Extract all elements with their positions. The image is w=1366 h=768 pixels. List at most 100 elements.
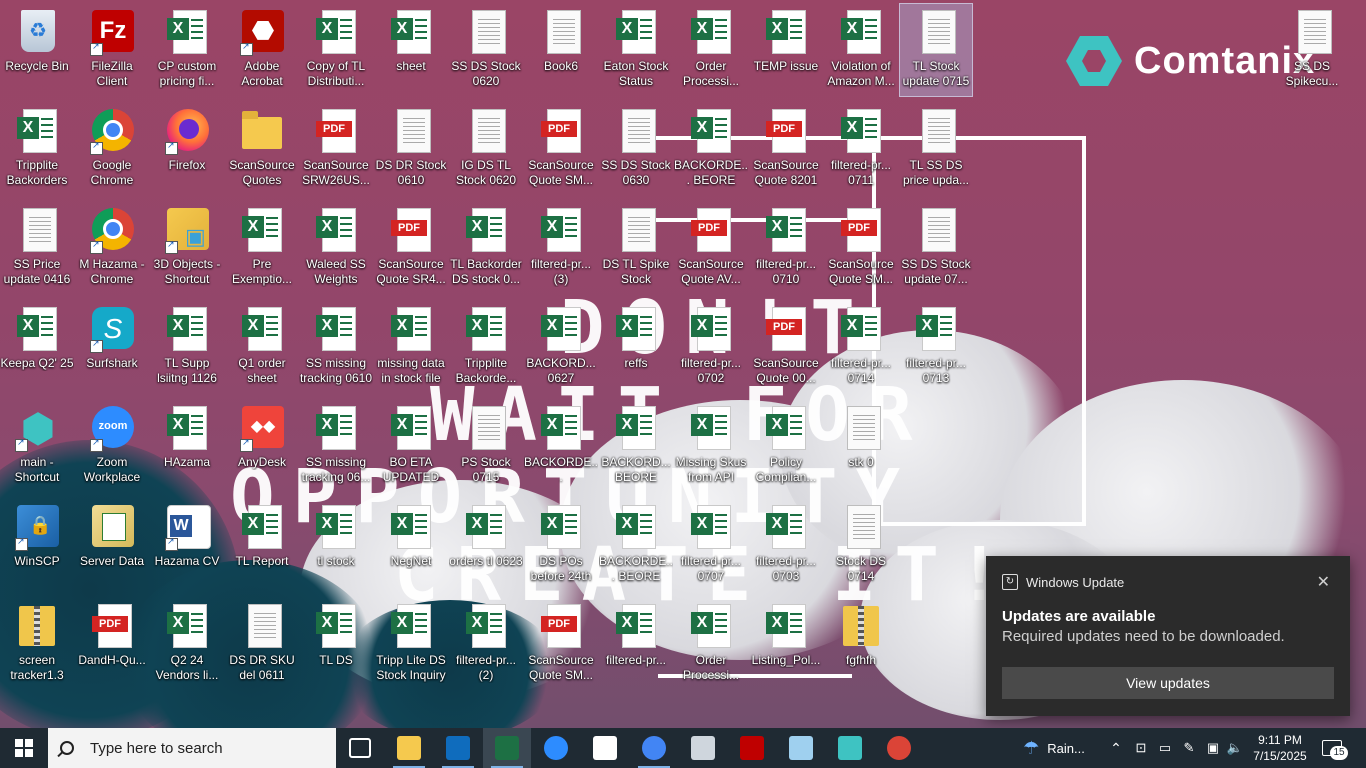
desktop-icon[interactable]: X Order Processi... (675, 4, 747, 96)
show-hidden-icons-chevron-icon[interactable]: ⌃ (1106, 728, 1126, 768)
battery-icon[interactable]: ▭ (1154, 728, 1176, 768)
desktop-icon[interactable]: Firefox (151, 103, 223, 195)
desktop-icon[interactable]: X BACKORDE... 0627(20250... (524, 400, 598, 492)
desktop-icon[interactable]: X TL Report (226, 499, 298, 591)
desktop-icon[interactable]: Surfshark (76, 301, 148, 393)
desktop-icon[interactable]: fgfhfh (825, 598, 897, 690)
desktop-icon[interactable]: X Copy of TL Distributi... (300, 4, 372, 96)
desktop-icon[interactable]: X BO ETA UPDATED (375, 400, 447, 492)
close-icon[interactable]: ✕ (1317, 572, 1330, 592)
desktop-icon[interactable]: X Waleed SS Weights (300, 202, 372, 294)
desktop-icon[interactable]: Xfiltered-pr... 0711 (825, 103, 897, 195)
desktop-icon[interactable]: X BACKORD... BEORE 23R... (600, 400, 672, 492)
desktop-icon[interactable]: main - Shortcut (1, 400, 73, 492)
system-clock[interactable]: 9:11 PM 7/15/2025 (1248, 732, 1312, 764)
desktop-icon[interactable]: AnyDesk (226, 400, 298, 492)
desktop-icon[interactable]: stk 0 (825, 400, 897, 492)
volume-icon[interactable]: 🔈 (1224, 728, 1246, 768)
network-icon[interactable]: ▣ (1202, 728, 1224, 768)
desktop-icon[interactable]: X TL Backorder DS stock 0... (450, 202, 522, 294)
desktop-icon[interactable]: SS DS Stock 0620 (450, 4, 522, 96)
desktop-icon[interactable]: Xtl stock (300, 499, 372, 591)
taskbar-chrome-button[interactable] (875, 728, 923, 768)
desktop-icon[interactable]: PDF ScanSource Quote 00... (750, 301, 822, 393)
desktop-icon[interactable]: Zoom Workplace (76, 400, 148, 492)
desktop-icon[interactable]: Adobe Acrobat (226, 4, 298, 96)
desktop-icon[interactable]: Xsheet (375, 4, 447, 96)
taskbar-calculator-button[interactable] (679, 728, 727, 768)
desktop-icon[interactable]: PS Stock 0715 (450, 400, 522, 492)
desktop-icon[interactable]: X Q1 order sheet (226, 301, 298, 393)
desktop-icon[interactable]: X Tripplite Backorders (1, 103, 73, 195)
desktop-icon[interactable]: X BACKORDE... BEORE 23R... (599, 499, 673, 591)
desktop-icon[interactable]: Recycle Bin (1, 4, 73, 96)
desktop-icon[interactable]: X BACKORD... 0627 (525, 301, 597, 393)
desktop-icon[interactable]: PDF ScanSource Quote SM... (825, 202, 897, 294)
desktop-icon[interactable]: TL SS DS price upda... (900, 103, 972, 195)
desktop-icon[interactable]: PDF ScanSource Quote AV... (675, 202, 747, 294)
pen-icon[interactable]: ✎ (1178, 728, 1200, 768)
taskbar-notepad-button[interactable] (777, 728, 825, 768)
desktop-icon[interactable]: Xfiltered-pr... 0707 (675, 499, 747, 591)
desktop-icon[interactable]: PDF ScanSource SRW26US... (300, 103, 372, 195)
desktop-icon[interactable]: X SS missing tracking 0610 (300, 301, 372, 393)
desktop-icon[interactable]: Xreffs (600, 301, 672, 393)
desktop-icon[interactable]: SS DS Spikecu... (1276, 4, 1348, 96)
desktop-icon[interactable]: Server Data (76, 499, 148, 591)
desktop-icon[interactable]: Book6 (525, 4, 597, 96)
taskbar-outlook-button[interactable] (434, 728, 482, 768)
teams-tray-icon[interactable]: ⊡ (1130, 728, 1152, 768)
desktop-icon[interactable]: X Order Processi... (675, 598, 747, 690)
desktop-icon[interactable]: X DS POs before 24th (525, 499, 597, 591)
desktop-icon[interactable]: X Q2 24 Vendors li... (151, 598, 223, 690)
desktop-icon[interactable]: WinSCP (1, 499, 73, 591)
desktop-icon[interactable]: X Eaton Stock Status (600, 4, 672, 96)
desktop-icon[interactable]: SS DS Stock 0630 (600, 103, 672, 195)
taskbar-search-box[interactable]: Type here to search (48, 728, 336, 768)
desktop-icon[interactable]: SS Price update 0416 (1, 202, 73, 294)
start-button[interactable] (0, 728, 48, 768)
desktop-icon[interactable]: Google Chrome (76, 103, 148, 195)
desktop-icon[interactable]: X HAzama (151, 400, 223, 492)
desktop-icon[interactable]: X Missing Skus from API (675, 400, 747, 492)
desktop-icon[interactable]: X Tripplite Backorde... (450, 301, 522, 393)
desktop-icon[interactable]: X Policy Complian... (750, 400, 822, 492)
desktop-icon[interactable]: DS DR SKU del 0611 (226, 598, 298, 690)
desktop-icon[interactable]: X Keepa Q2' 25 (0, 301, 74, 393)
windows-update-notification[interactable]: ↻ Windows Update ✕ Updates are available… (986, 556, 1350, 716)
taskbar-excel-button[interactable] (483, 728, 531, 768)
desktop-icon[interactable]: Xmissing data in stock file (375, 301, 447, 393)
desktop-icon[interactable]: FileZilla Client (76, 4, 148, 96)
action-center-icon[interactable]: 15 (1320, 736, 1348, 760)
desktop-icon[interactable]: Xfiltered-pr... (2) (450, 598, 522, 690)
desktop-icon[interactable]: DS DR Stock 0610 (375, 103, 447, 195)
desktop-icon[interactable]: Xfiltered-pr... 0703 (750, 499, 822, 591)
desktop-icon[interactable]: M Hazama - Chrome (76, 202, 148, 294)
desktop-icon[interactable]: X SS missing tracking 06... (300, 400, 372, 492)
taskbar-chrome-profile-button[interactable] (630, 728, 678, 768)
desktop-icon[interactable]: IG DS TL Stock 0620 (450, 103, 522, 195)
desktop-icon[interactable]: X TEMP issue (750, 4, 822, 96)
desktop-icon[interactable]: Xfiltered-pr... 0713 (900, 301, 972, 393)
desktop-icon[interactable]: SS DS Stock update 07... (900, 202, 972, 294)
desktop-icon[interactable]: X Violation of Amazon M... (825, 4, 897, 96)
taskbar-paint-button[interactable] (581, 728, 629, 768)
desktop-icon[interactable]: TL Stock update 0715 (899, 3, 973, 97)
desktop-icon[interactable]: Xfiltered-pr... 0710 (750, 202, 822, 294)
desktop-icon[interactable]: X TL DS (300, 598, 372, 690)
desktop-icon[interactable]: X NegNet (375, 499, 447, 591)
desktop-icon[interactable]: Hazama CV (151, 499, 223, 591)
desktop-icon[interactable]: PDF ScanSource Quote SR4... (375, 202, 447, 294)
desktop-icon[interactable]: Xorders tl 0623 (449, 499, 523, 591)
desktop-icon[interactable]: PDF DandH-Qu... (76, 598, 148, 690)
desktop-icon[interactable]: PDF ScanSource Quote SM... (525, 598, 597, 690)
desktop-icon[interactable]: X CP custom pricing fi... (151, 4, 223, 96)
desktop-icon[interactable]: 3D Objects - Shortcut (151, 202, 223, 294)
taskbar-task-view-button[interactable] (336, 728, 384, 768)
taskbar-zoom-button[interactable] (532, 728, 580, 768)
desktop-icon[interactable]: X Tripp Lite DS Stock Inquiry (375, 598, 447, 690)
desktop-icon[interactable]: Xfiltered-pr... (600, 598, 672, 690)
desktop-icon[interactable]: DS TL Spike Stock (600, 202, 672, 294)
view-updates-button[interactable]: View updates (1002, 667, 1334, 699)
taskbar-file-explorer-button[interactable] (385, 728, 433, 768)
